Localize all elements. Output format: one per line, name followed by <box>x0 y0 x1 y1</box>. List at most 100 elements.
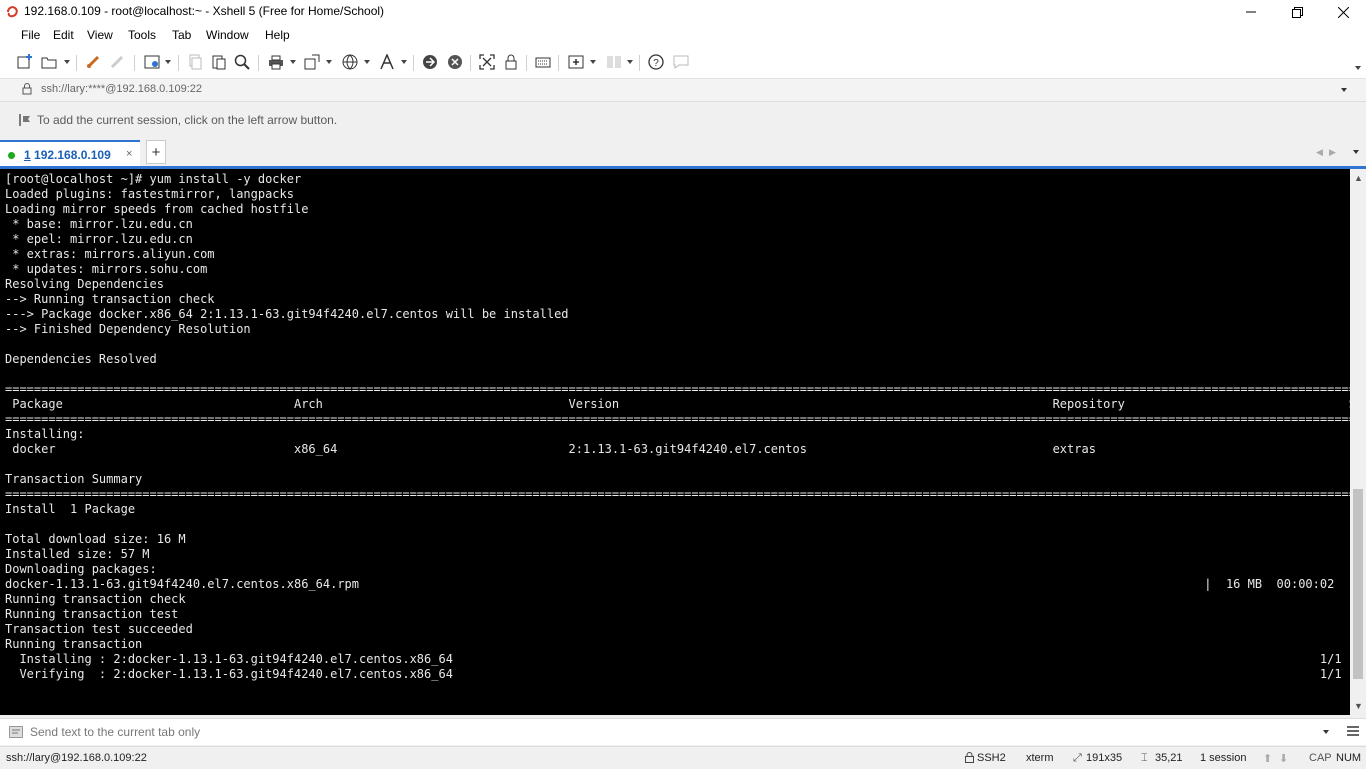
find-icon <box>234 54 250 70</box>
address-bar[interactable]: ssh://lary:****@192.168.0.109:22 <box>0 79 1366 102</box>
menu-edit[interactable]: Edit <box>53 28 74 42</box>
transfer-dropdown-caret[interactable] <box>326 60 332 64</box>
new-tab-button[interactable]: + <box>146 140 166 164</box>
disconnect-icon <box>110 55 124 69</box>
send-target-caret[interactable] <box>1323 730 1329 734</box>
transfer-icon <box>304 54 320 70</box>
open-button[interactable] <box>40 53 58 71</box>
scroll-down-icon[interactable]: ▼ <box>1354 701 1363 711</box>
terminal-output[interactable]: [root@localhost ~]# yum install -y docke… <box>0 169 1350 715</box>
globe-dropdown-caret[interactable] <box>364 60 370 64</box>
menu-view[interactable]: View <box>87 28 113 42</box>
font-dropdown-caret[interactable] <box>401 60 407 64</box>
toolbar-overflow-caret[interactable] <box>1355 66 1361 70</box>
menu-lines-icon[interactable] <box>1347 726 1359 736</box>
status-terminal-type: xterm <box>1026 752 1054 764</box>
session-tab-label: 1 192.168.0.109 <box>24 148 111 162</box>
transfer-button[interactable] <box>303 53 321 71</box>
status-cursor: 35,21 <box>1155 752 1183 764</box>
fullscreen-button[interactable] <box>478 53 496 71</box>
terminal-line: Loaded plugins: fastestmirror, langpacks <box>5 187 294 201</box>
help-button[interactable]: ? <box>647 53 665 71</box>
find-button[interactable] <box>233 53 251 71</box>
globe-button[interactable] <box>341 53 359 71</box>
new-session-button[interactable] <box>16 53 34 71</box>
session-tab[interactable]: 1 192.168.0.109 × <box>0 140 140 166</box>
keyboard-button[interactable] <box>534 53 552 71</box>
reconnect-button[interactable] <box>84 53 102 71</box>
paste-button[interactable] <box>210 53 228 71</box>
open-dropdown-caret[interactable] <box>64 60 70 64</box>
print-button[interactable] <box>267 53 285 71</box>
copy-button <box>186 53 204 71</box>
send-text-input[interactable]: Send text to the current tab only <box>30 725 200 739</box>
scroll-up-icon[interactable]: ▲ <box>1354 173 1363 183</box>
fullscreen-icon <box>479 54 495 70</box>
terminal-line: docker x86_64 2:1.13.1-63.git94f4240.el7… <box>5 442 1350 456</box>
close-window-button[interactable] <box>1320 0 1366 24</box>
restore-button[interactable] <box>1274 0 1320 24</box>
xmanager-icon <box>448 55 462 69</box>
terminal-line: * epel: mirror.lzu.edu.cn <box>5 232 193 246</box>
add-session-arrow-icon[interactable] <box>18 113 32 127</box>
terminal-line: docker-1.13.1-63.git94f4240.el7.centos.x… <box>5 577 1335 591</box>
status-sessions: 1 session <box>1200 752 1247 764</box>
menu-tab[interactable]: Tab <box>172 28 191 42</box>
compose-button[interactable] <box>567 53 585 71</box>
help-icon: ? <box>648 54 664 70</box>
toolbar-separator <box>258 55 259 71</box>
layout-dropdown-caret <box>627 60 633 64</box>
keyboard-icon <box>535 57 551 68</box>
toolbar-separator <box>76 55 77 71</box>
properties-icon <box>144 55 160 69</box>
compose-bar[interactable]: Send text to the current tab only <box>0 718 1366 745</box>
terminal-line: Dependencies Resolved <box>5 352 157 366</box>
menu-tools[interactable]: Tools <box>128 28 156 42</box>
menu-help[interactable]: Help <box>265 28 290 42</box>
compose-dropdown-caret[interactable] <box>590 60 596 64</box>
chat-icon <box>673 55 689 69</box>
address-field[interactable]: ssh://lary:****@192.168.0.109:22 <box>41 83 202 95</box>
terminal-line: Installing : 2:docker-1.13.1-63.git94f42… <box>5 652 1342 666</box>
print-dropdown-caret[interactable] <box>290 60 296 64</box>
lock-button[interactable] <box>502 53 520 71</box>
upload-arrow-icon: ⬆ <box>1263 753 1273 765</box>
vertical-scrollbar[interactable]: ▲ ▼ <box>1350 169 1366 715</box>
xftp-icon <box>423 55 437 69</box>
paste-icon <box>212 55 226 70</box>
menu-window[interactable]: Window <box>206 28 249 42</box>
tab-list-caret[interactable] <box>1353 150 1359 154</box>
chat-button <box>672 53 690 71</box>
xftp-button[interactable] <box>421 53 439 71</box>
terminal-line: Installed size: 57 M <box>5 547 150 561</box>
terminal-line: Total download size: 16 M <box>5 532 186 546</box>
address-dropdown-caret[interactable] <box>1341 88 1347 92</box>
terminal-line: Package Arch Version Repository Size <box>5 397 1350 411</box>
restore-icon <box>1291 6 1303 18</box>
close-tab-icon[interactable]: × <box>126 148 132 160</box>
xmanager-button[interactable] <box>446 53 464 71</box>
font-button[interactable] <box>378 53 396 71</box>
tab-scroll-right-icon[interactable]: ▶ <box>1329 147 1336 158</box>
status-terminal-size: 191x35 <box>1086 752 1123 764</box>
open-folder-icon <box>41 57 57 69</box>
tab-scroll-left-icon[interactable]: ◀ <box>1316 147 1323 158</box>
terminal-line: Install 1 Package <box>5 502 136 516</box>
new-session-icon <box>17 54 32 69</box>
connection-status-icon <box>8 152 15 159</box>
toolbar-separator <box>470 55 471 71</box>
scrollbar-thumb[interactable] <box>1353 489 1363 679</box>
ssh-lock-icon <box>965 752 974 763</box>
properties-button[interactable] <box>143 53 161 71</box>
terminal-line: ========================================… <box>5 487 1350 501</box>
minimize-button[interactable] <box>1228 0 1274 24</box>
menu-bar: File Edit View Tools Tab Window Help <box>0 24 1366 46</box>
terminal-line: Installing: <box>5 427 85 441</box>
terminal-line: ---> Package docker.x86_64 2:1.13.1-63.g… <box>5 307 569 321</box>
menu-file[interactable]: File <box>21 28 40 42</box>
terminal-line: * base: mirror.lzu.edu.cn <box>5 217 193 231</box>
tab-bar: 1 192.168.0.109 × + ◀ ▶ <box>0 138 1366 169</box>
properties-dropdown-caret[interactable] <box>165 60 171 64</box>
